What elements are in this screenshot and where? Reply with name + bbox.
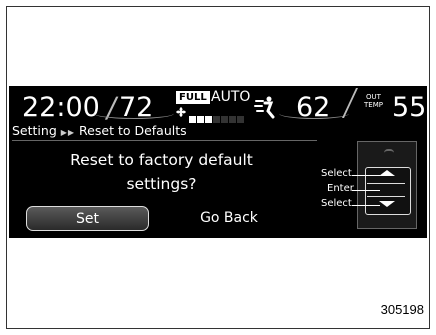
fan-bar xyxy=(197,116,204,123)
fan-bar xyxy=(229,116,236,123)
reset-prompt: Reset to factory default settings? xyxy=(39,148,284,196)
temp-arc-right xyxy=(279,108,349,119)
fan-bar xyxy=(205,116,212,123)
leader-enter xyxy=(352,190,380,191)
leader-select-down xyxy=(352,205,380,206)
fan-speed-bars xyxy=(189,108,245,127)
knob-divider-bottom xyxy=(367,196,405,197)
separator-slash-out xyxy=(342,88,358,118)
fan-full-badge: FULL xyxy=(176,91,210,104)
outside-temperature: 55°F xyxy=(392,92,427,123)
clock: 22:00 xyxy=(22,92,100,123)
select-down-icon[interactable] xyxy=(379,201,395,207)
breadcrumb-separator-icon: ▶▶ xyxy=(60,128,76,137)
panel-top-mark xyxy=(384,149,394,155)
breadcrumb-current: Reset to Defaults xyxy=(79,123,187,138)
callout-select-up: Select xyxy=(321,168,352,179)
callout-select-down: Select xyxy=(321,198,352,209)
breadcrumb: Setting ▶▶ Reset to Defaults xyxy=(12,123,187,138)
fan-bar xyxy=(221,116,228,123)
temp-arc-left xyxy=(94,108,174,119)
header-divider xyxy=(12,140,317,141)
breadcrumb-parent: Setting xyxy=(12,123,57,138)
outside-label-line2: TEMP xyxy=(364,101,383,109)
set-button[interactable]: Set xyxy=(26,206,149,231)
outside-temp-label: OUT TEMP xyxy=(364,93,383,109)
select-up-icon[interactable] xyxy=(379,170,395,176)
prompt-line-1: Reset to factory default xyxy=(70,151,253,169)
callout-enter: Enter xyxy=(327,183,354,194)
display-screen: 22:00 / 72 FULL AUTO 62 OUT TEMP 55°F Se… xyxy=(9,86,427,238)
leader-select-up xyxy=(352,175,380,176)
knob-divider-top xyxy=(367,183,405,184)
airflow-mode-icon xyxy=(254,96,275,119)
go-back-button[interactable]: Go Back xyxy=(159,206,299,231)
fan-bar xyxy=(237,116,244,123)
fan-bar xyxy=(189,116,196,123)
fan-bar xyxy=(213,116,220,123)
fan-mode-label: AUTO xyxy=(211,89,251,105)
prompt-line-2: settings? xyxy=(126,175,197,193)
fan-icon xyxy=(176,107,186,117)
figure-number: 305198 xyxy=(380,302,424,317)
outside-label-line1: OUT xyxy=(366,93,381,101)
